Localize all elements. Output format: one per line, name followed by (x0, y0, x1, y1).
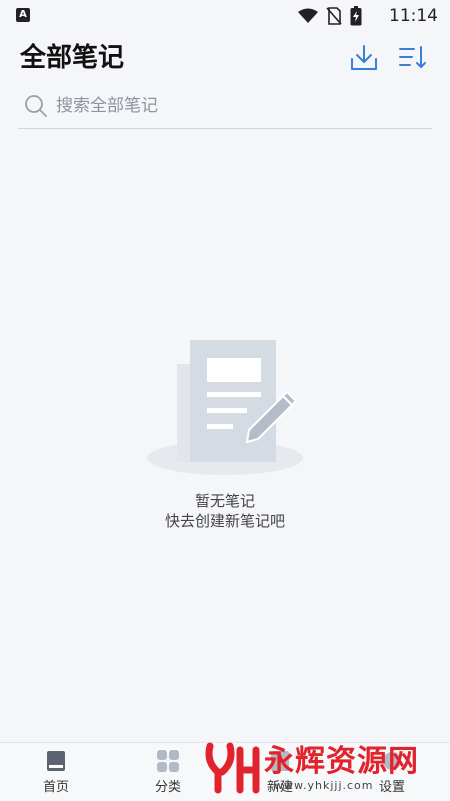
search-icon (25, 95, 47, 117)
wifi-icon (298, 8, 318, 23)
nav-label-home: 首页 (42, 780, 69, 795)
empty-notes-illustration (147, 340, 303, 475)
empty-state-subtitle: 快去创建新笔记吧 (164, 512, 285, 530)
grid-icon (157, 750, 179, 772)
book-icon (47, 751, 65, 771)
status-bar: 11:14 (0, 0, 450, 32)
status-icons (298, 6, 362, 26)
sort-button[interactable] (396, 42, 428, 74)
watermark-text: 永辉资源网 (264, 744, 419, 779)
watermark-logo (205, 742, 260, 794)
download-button[interactable] (348, 42, 380, 74)
battery-charging-icon (350, 6, 362, 26)
empty-state-title: 暂无笔记 (194, 492, 255, 510)
nav-item-home[interactable]: 首页 (0, 743, 112, 801)
page-title: 全部笔记 (20, 43, 125, 73)
search-placeholder: 搜索全部笔记 (56, 96, 158, 116)
search-input[interactable]: 搜索全部笔记 (18, 84, 432, 129)
watermark-url: www.yhkjjj.com (274, 779, 374, 792)
status-time: 11:14 (389, 6, 438, 26)
download-icon (351, 45, 377, 70)
no-sim-icon (326, 7, 342, 25)
watermark: 永辉资源网 www.yhkjjj.com (200, 740, 450, 796)
app-a-icon (16, 8, 30, 22)
sort-icon (399, 46, 426, 68)
